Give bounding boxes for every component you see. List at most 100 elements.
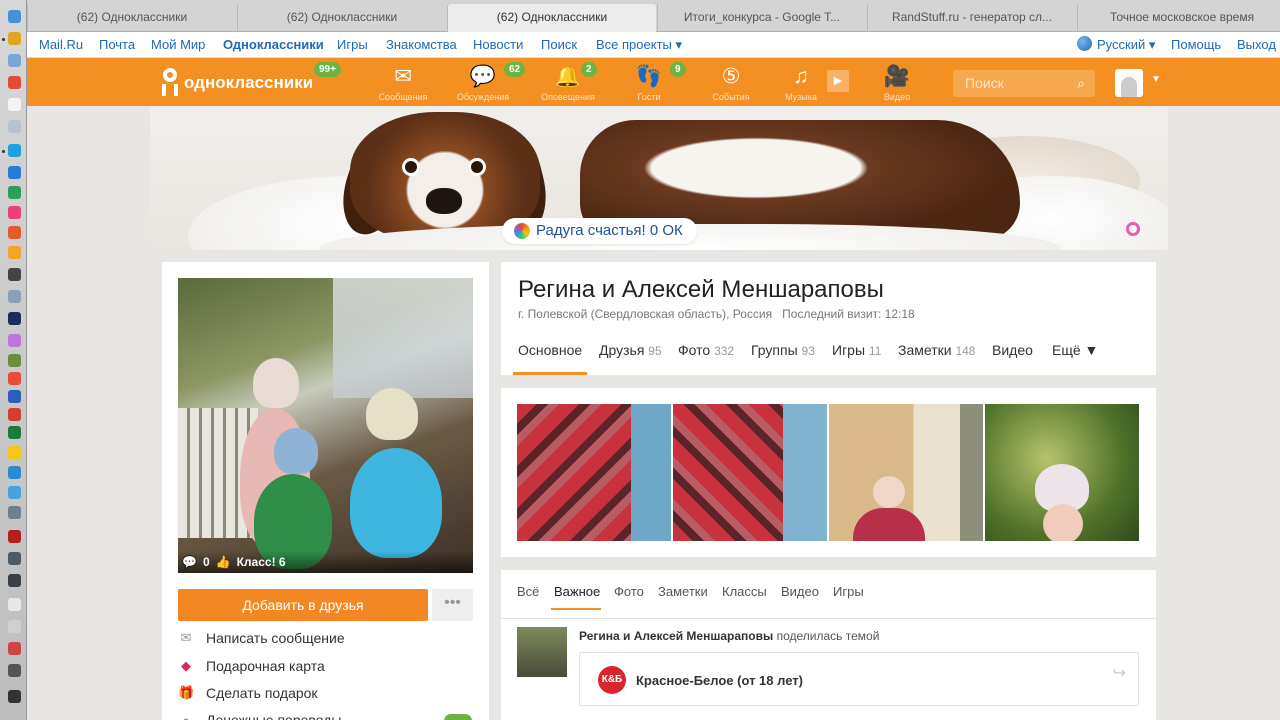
rainbow-happiness-badge[interactable]: Радуга счастья! 0 ОК xyxy=(502,218,697,244)
more-options-button[interactable]: ••• xyxy=(432,589,473,621)
dock-app-icon[interactable] xyxy=(8,690,21,703)
portal-link-mailru[interactable]: Mail.Ru xyxy=(39,37,83,52)
dock-app-icon[interactable] xyxy=(8,120,21,133)
feed-tab-photos[interactable]: Фото xyxy=(614,584,644,599)
tab-photos[interactable]: Фото 332 xyxy=(678,342,734,358)
post-author-link[interactable]: Регина и Алексей Меншараповы xyxy=(579,629,773,643)
portal-link-pochta[interactable]: Почта xyxy=(99,37,135,52)
dock-app-icon[interactable] xyxy=(8,390,21,403)
action-money-transfer[interactable]: ● Денежные переводы xyxy=(178,712,341,720)
ok-logo[interactable]: одноклассники xyxy=(160,68,313,98)
feed-tab-games[interactable]: Игры xyxy=(833,584,864,599)
dock-app-icon[interactable] xyxy=(8,290,21,303)
portal-link-all-projects[interactable]: Все проекты ▾ xyxy=(596,37,682,53)
dock-app-icon[interactable] xyxy=(8,312,21,325)
tab-main[interactable]: Основное xyxy=(518,342,582,358)
tab-friends[interactable]: Друзья 95 xyxy=(599,342,662,358)
tab-notes[interactable]: Заметки 148 xyxy=(898,342,975,358)
dock-app-icon[interactable] xyxy=(8,446,21,459)
browser-tab[interactable]: (62) Одноклассники xyxy=(237,4,446,32)
photo-thumbnail[interactable] xyxy=(985,404,1139,541)
portal-link-igry[interactable]: Игры xyxy=(337,37,368,52)
dock-app-icon[interactable] xyxy=(8,54,21,67)
dock-app-icon[interactable] xyxy=(8,246,21,259)
feed-tab-important[interactable]: Важное xyxy=(554,584,600,599)
dock-app-icon[interactable] xyxy=(8,32,21,45)
dock-app-icon[interactable] xyxy=(8,98,21,111)
portal-link-poisk[interactable]: Поиск xyxy=(541,37,577,52)
play-icon[interactable]: ▶ xyxy=(827,70,849,92)
language-selector[interactable]: Русский ▾ xyxy=(1097,37,1155,53)
dock-app-icon[interactable] xyxy=(8,486,21,499)
feed-tab-classes[interactable]: Классы xyxy=(722,584,767,599)
photo-thumbnail[interactable] xyxy=(517,404,671,541)
feed-card: Всё Важное Фото Заметки Классы Видео Игр… xyxy=(501,570,1156,720)
action-write-message[interactable]: ✉ Написать сообщение xyxy=(178,630,345,646)
feed-tab-all[interactable]: Всё xyxy=(517,584,539,599)
notifications-badge: 2 xyxy=(581,62,597,77)
browser-tab[interactable]: Итоги_конкурса - Google T... xyxy=(657,4,866,32)
action-make-gift[interactable]: 🎁 Сделать подарок xyxy=(178,685,318,701)
dock-app-icon[interactable] xyxy=(8,206,21,219)
dock-app-icon[interactable] xyxy=(8,664,21,677)
profile-photo[interactable]: 💬 0 👍 Класс! 6 xyxy=(178,278,473,573)
dock-app-icon[interactable] xyxy=(8,268,21,281)
dock-app-icon[interactable] xyxy=(8,372,21,385)
portal-link-help[interactable]: Помощь xyxy=(1171,37,1221,52)
photo-thumbnail[interactable] xyxy=(829,404,983,541)
dock-app-icon[interactable] xyxy=(8,10,21,23)
share-icon[interactable]: ↪ xyxy=(1113,663,1126,683)
browser-tab-active[interactable]: (62) Одноклассники xyxy=(447,4,656,32)
action-gift-card[interactable]: ◆ Подарочная карта xyxy=(178,658,325,674)
portal-link-odnoklassniki[interactable]: Одноклассники xyxy=(223,37,324,52)
search-input[interactable]: Поиск ⌕ xyxy=(953,70,1095,97)
browser-tab[interactable]: RandStuff.ru - генератор сл... xyxy=(867,4,1076,32)
post-author-avatar[interactable] xyxy=(517,627,567,677)
ok-logo-icon xyxy=(160,68,180,98)
dock-app-icon[interactable] xyxy=(8,166,21,179)
dock-app-icon[interactable] xyxy=(8,642,21,655)
dock-app-icon[interactable] xyxy=(8,466,21,479)
portal-link-moimir[interactable]: Мой Мир xyxy=(151,37,205,52)
tab-games[interactable]: Игры 11 xyxy=(832,342,881,358)
shared-group-box[interactable]: К&Б Красное-Белое (от 18 лет) ↪ xyxy=(579,652,1139,706)
portal-link-exit[interactable]: Выход xyxy=(1237,37,1276,52)
dock-app-icon[interactable] xyxy=(8,354,21,367)
photo-thumbnail[interactable] xyxy=(673,404,827,541)
dock-app-icon[interactable] xyxy=(8,144,21,157)
dock-app-icon[interactable] xyxy=(8,334,21,347)
portal-link-novosti[interactable]: Новости xyxy=(473,37,523,52)
add-friend-button[interactable]: Добавить в друзья xyxy=(178,589,428,621)
tab-video[interactable]: Видео xyxy=(992,342,1033,358)
dock-app-icon[interactable] xyxy=(8,552,21,565)
browser-tab[interactable]: (62) Одноклассники xyxy=(27,4,236,32)
photo-comment-count[interactable]: 0 xyxy=(203,555,210,569)
dock-app-icon[interactable] xyxy=(8,408,21,421)
dock-app-icon[interactable] xyxy=(8,574,21,587)
nav-music[interactable]: ♫ Музыка xyxy=(766,64,836,102)
user-avatar[interactable] xyxy=(1115,69,1143,97)
nav-events[interactable]: ⑤ События xyxy=(696,64,766,102)
tab-groups[interactable]: Группы 93 xyxy=(751,342,815,358)
dock-app-icon[interactable] xyxy=(8,598,21,611)
dock-app-icon[interactable] xyxy=(8,506,21,519)
profile-location: г. Полевской (Свердловская область), Рос… xyxy=(518,307,773,321)
chevron-down-icon[interactable]: ▼ xyxy=(1151,74,1161,85)
dock-app-icon[interactable] xyxy=(8,226,21,239)
tab-more[interactable]: Ещё ▼ xyxy=(1052,342,1098,358)
dock-app-icon[interactable] xyxy=(8,620,21,633)
feed-tab-notes[interactable]: Заметки xyxy=(658,584,708,599)
nav-video[interactable]: 🎥 Видео xyxy=(862,64,932,102)
dock-app-icon[interactable] xyxy=(8,186,21,199)
dock-app-icon[interactable] xyxy=(8,76,21,89)
browser-tab[interactable]: Точное московское время xyxy=(1077,4,1280,32)
dock-app-icon[interactable] xyxy=(8,530,21,543)
cover-settings-icon[interactable] xyxy=(1126,222,1140,236)
portal-link-znakomstva[interactable]: Знакомства xyxy=(386,37,457,52)
discussions-badge: 62 xyxy=(504,62,526,77)
nav-messages[interactable]: ✉ Сообщения xyxy=(368,64,438,102)
group-name[interactable]: Красное-Белое (от 18 лет) xyxy=(636,673,803,688)
feed-tab-video[interactable]: Видео xyxy=(781,584,819,599)
dock-app-icon[interactable] xyxy=(8,426,21,439)
photo-like-count[interactable]: Класс! 6 xyxy=(237,555,286,569)
